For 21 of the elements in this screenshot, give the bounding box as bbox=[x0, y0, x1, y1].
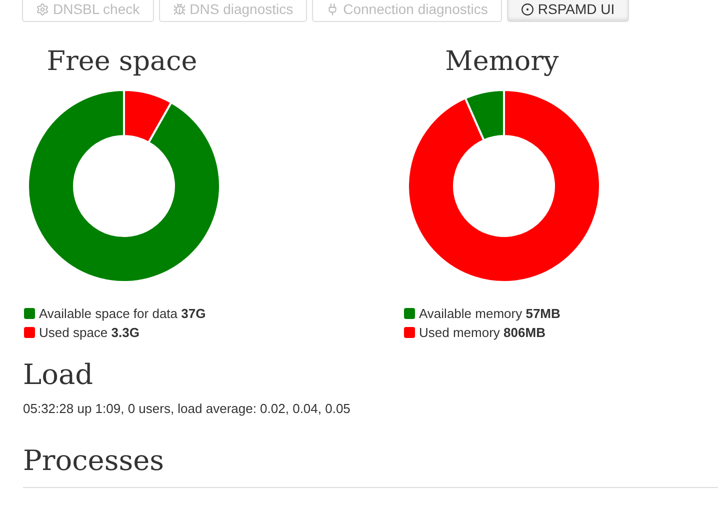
section-heading: Load bbox=[23, 357, 94, 393]
legend-swatch bbox=[404, 327, 415, 338]
tab[interactable]: DNSBL check bbox=[22, 0, 154, 22]
chart-title: Memory bbox=[444, 45, 560, 79]
chart-title: Free space bbox=[46, 45, 198, 79]
legend-label: Available space for data 37G bbox=[39, 305, 206, 322]
legend-label: Available memory 57MB bbox=[419, 305, 560, 322]
legend-swatch bbox=[24, 308, 35, 319]
target-icon bbox=[520, 2, 534, 16]
tab[interactable]: Connection diagnostics bbox=[312, 0, 502, 22]
gear-icon bbox=[36, 2, 49, 16]
bug-icon bbox=[172, 2, 186, 16]
legend-swatch bbox=[404, 308, 415, 319]
plug-icon bbox=[326, 2, 340, 16]
tab[interactable]: RSPAMD UI bbox=[506, 0, 629, 22]
load-text: 05:32:28 up 1:09, 0 users, load average: 0.02, 0.04, 0.05 bbox=[23, 400, 352, 418]
legend-label: Used space 3.3G bbox=[39, 324, 140, 341]
section-heading: Processes bbox=[23, 442, 166, 478]
legend-label: Used memory 806MB bbox=[419, 324, 546, 341]
legend-swatch bbox=[24, 327, 35, 338]
tab[interactable]: DNS diagnostics bbox=[158, 0, 308, 22]
